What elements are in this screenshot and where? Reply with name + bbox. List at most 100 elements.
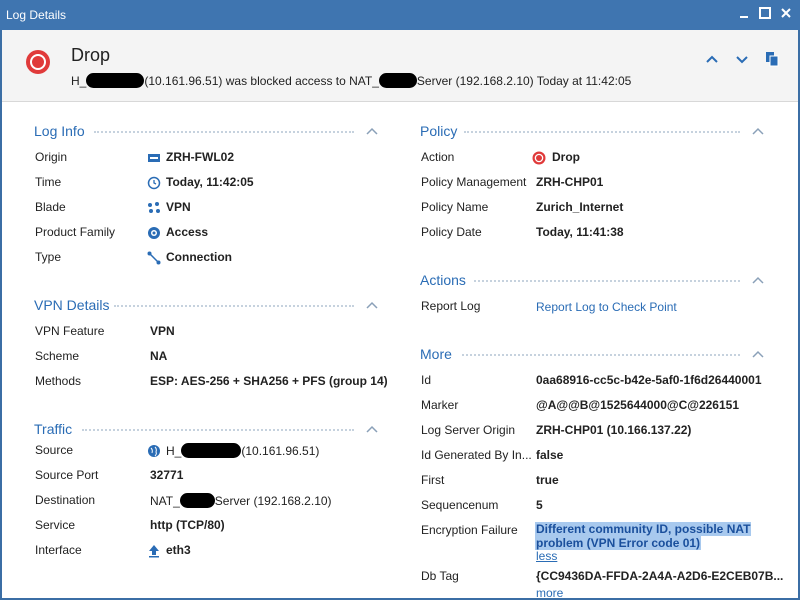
label-report-log: Report Log [421, 299, 481, 313]
label-db-tag: Db Tag [421, 569, 459, 583]
value-type: Connection [166, 250, 232, 264]
collapse-policy-button[interactable] [752, 127, 764, 135]
label-time: Time [35, 175, 62, 189]
divider [474, 280, 740, 282]
destination-prefix: NAT_ [150, 494, 180, 508]
label-methods: Methods [35, 374, 82, 388]
desc-mid1: (10.161.96.51) was blocked access to NAT… [144, 74, 379, 88]
collapse-actions-button[interactable] [752, 276, 764, 284]
label-policy-date: Policy Date [421, 225, 482, 239]
label-scheme: Scheme [35, 349, 80, 363]
value-blade: VPN [166, 200, 191, 214]
redacted-block [86, 73, 145, 88]
divider [82, 429, 354, 431]
next-log-button[interactable] [733, 50, 751, 68]
divider [94, 131, 354, 133]
report-log-link[interactable]: Report Log to Check Point [536, 300, 677, 314]
value-destination: NAT_ Server (192.168.2.10) [150, 493, 332, 508]
divider [462, 354, 740, 356]
label-vpn-feature: VPN Feature [35, 324, 105, 338]
value-log-server-origin: ZRH-CHP01 (10.166.137.22) [536, 423, 692, 437]
label-id-generated-by: Id Generated By In... [421, 448, 532, 462]
value-service: http (TCP/80) [150, 518, 225, 532]
redacted-block [179, 493, 215, 508]
collapse-vpn-details-button[interactable] [366, 301, 378, 309]
value-source-port: 32771 [150, 468, 184, 482]
section-vpn-details-title: VPN Details [34, 297, 110, 313]
section-more-title: More [420, 346, 452, 362]
log-description: H_ (10.161.96.51) was blocked access to N… [71, 73, 631, 88]
window-title: Log Details [6, 8, 67, 22]
value-id: 0aa68916-cc5c-b42e-5af0-1f6d26440001 [536, 373, 762, 387]
value-methods: ESP: AES-256 + SHA256 + PFS (group 14) [150, 374, 388, 388]
value-origin: ZRH-FWL02 [166, 150, 234, 164]
less-link[interactable]: less [536, 549, 557, 563]
gateway-icon [148, 154, 160, 162]
drop-icon [532, 151, 546, 165]
value-id-generated-by: false [536, 448, 564, 462]
log-details-window: Drop H_ (10.161.96.51) was blocked access… [2, 30, 798, 598]
clock-icon [147, 176, 161, 190]
log-header: Drop H_ (10.161.96.51) was blocked access… [2, 30, 798, 102]
value-encryption-failure-line2: problem (VPN Error code 01) [535, 536, 702, 550]
value-scheme: NA [150, 349, 168, 363]
collapse-traffic-button[interactable] [366, 425, 378, 433]
scrollbar[interactable] [788, 102, 798, 598]
close-icon [781, 8, 791, 18]
value-first: true [536, 473, 559, 487]
desc-prefix: H_ [71, 74, 87, 88]
source-prefix: H_ [166, 444, 182, 458]
label-origin: Origin [35, 150, 68, 164]
section-log-info-title: Log Info [34, 123, 85, 139]
desc-mid2: Server (192.168.2.10) Today at 11:42:05 [416, 74, 632, 88]
divider [114, 305, 354, 307]
value-encryption-failure-line1: Different community ID, possible NAT [535, 522, 752, 536]
collapse-more-button[interactable] [752, 350, 764, 358]
collapse-log-info-button[interactable] [366, 127, 378, 135]
globe-icon [148, 445, 160, 457]
minimize-button[interactable] [737, 6, 751, 20]
value-sequencenum: 5 [536, 498, 543, 512]
section-traffic-title: Traffic [34, 421, 73, 437]
previous-log-button[interactable] [703, 50, 721, 68]
value-source: H_ (10.161.96.51) [166, 443, 319, 458]
value-marker: @A@@B@1525644000@C@226151 [536, 398, 739, 412]
label-id: Id [421, 373, 432, 387]
value-policy-management: ZRH-CHP01 [536, 175, 604, 189]
label-marker: Marker [421, 398, 459, 412]
value-action: Drop [552, 150, 580, 164]
label-type: Type [35, 250, 62, 264]
redacted-block [378, 73, 417, 88]
label-policy-name: Policy Name [421, 200, 489, 214]
label-source: Source [35, 443, 74, 457]
value-policy-name: Zurich_Internet [536, 200, 624, 214]
label-interface: Interface [35, 543, 82, 557]
value-product-family: Access [166, 225, 209, 239]
redacted-block [181, 443, 242, 458]
label-blade: Blade [35, 200, 66, 214]
label-policy-management: Policy Management [421, 175, 527, 189]
label-encryption-failure: Encryption Failure [421, 523, 518, 537]
close-button[interactable] [779, 6, 793, 20]
label-first: First [421, 473, 445, 487]
value-policy-date: Today, 11:41:38 [536, 225, 624, 239]
action-title: Drop [71, 45, 111, 65]
access-icon [148, 227, 160, 239]
arrow-up-icon [149, 545, 159, 558]
copy-icon[interactable] [763, 50, 781, 68]
label-source-port: Source Port [35, 468, 99, 482]
connection-icon [147, 251, 161, 265]
more-link[interactable]: more [536, 586, 563, 598]
value-interface: eth3 [166, 543, 191, 557]
drop-icon [26, 50, 50, 74]
destination-suffix: Server (192.168.2.10) [214, 494, 332, 508]
divider [464, 131, 740, 133]
title-bar: Log Details [0, 0, 800, 30]
maximize-icon [759, 7, 771, 19]
value-time: Today, 11:42:05 [166, 175, 254, 189]
label-product-family: Product Family [35, 225, 116, 239]
section-actions-title: Actions [420, 272, 466, 288]
section-policy-title: Policy [420, 123, 458, 139]
value-db-tag: {CC9436DA-FFDA-2A4A-A2D6-E2CEB07B... [536, 569, 784, 583]
maximize-button[interactable] [758, 6, 772, 20]
